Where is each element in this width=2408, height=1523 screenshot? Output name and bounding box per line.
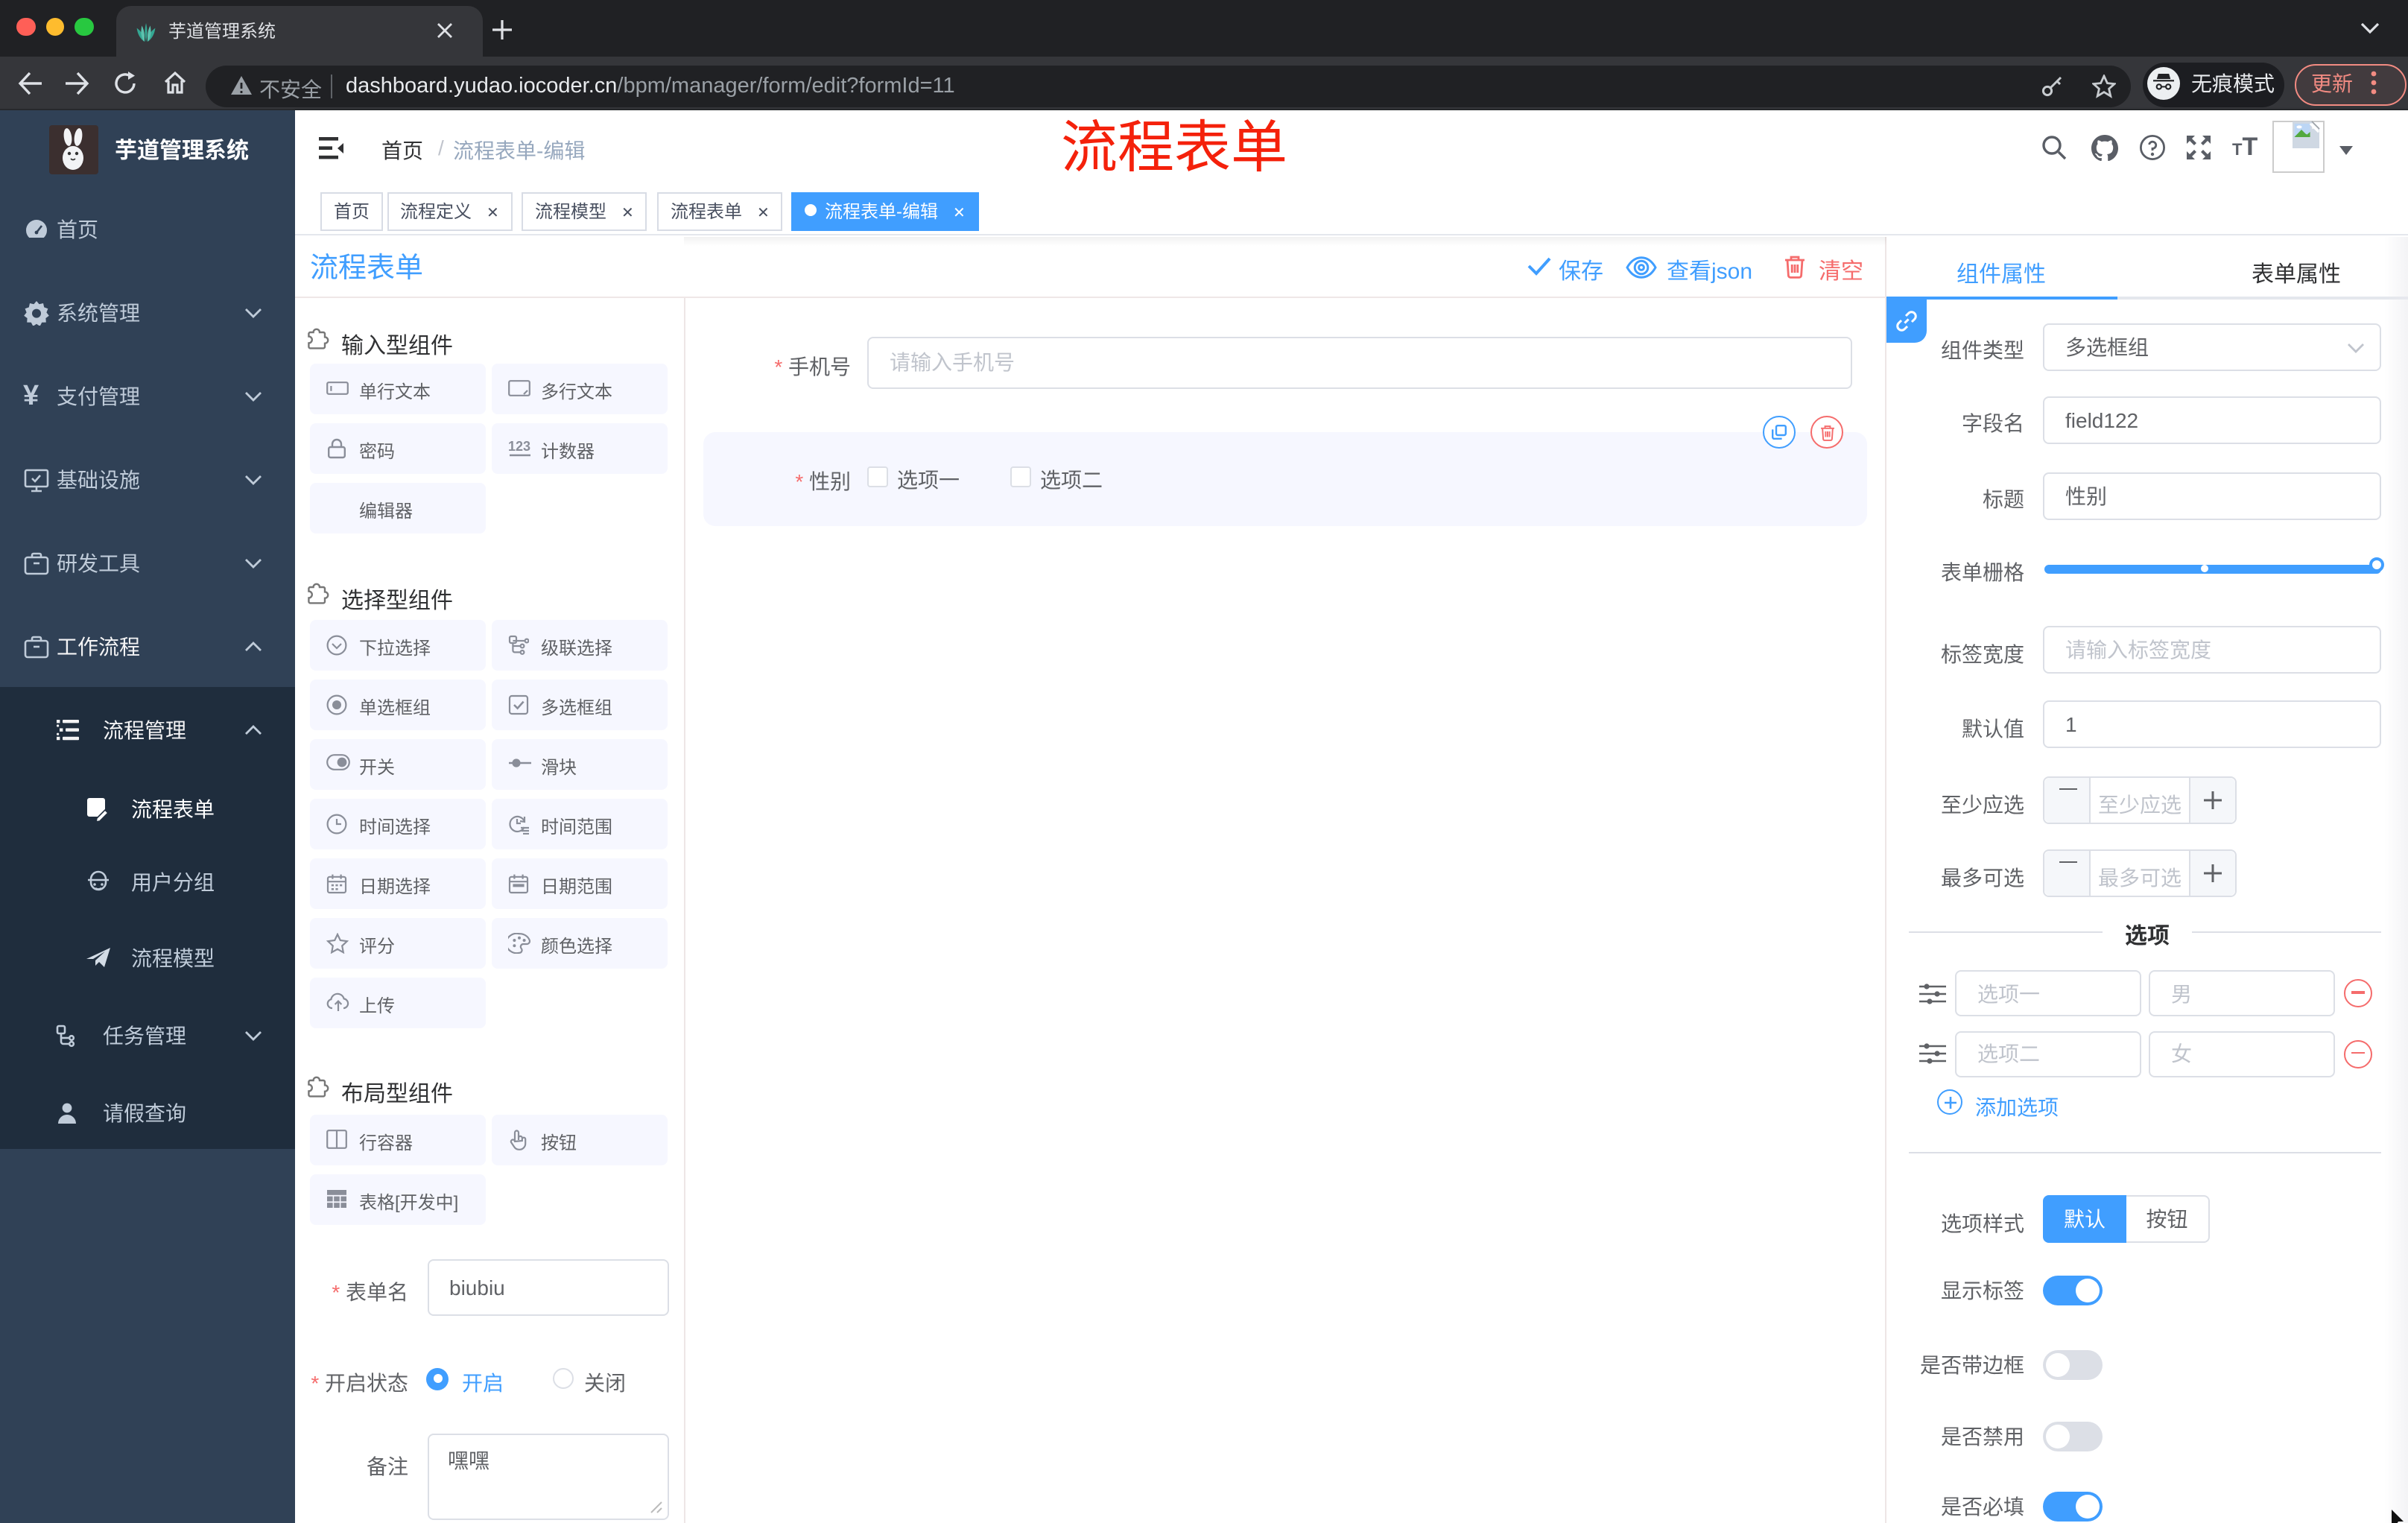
svg-text:123: 123 — [508, 439, 530, 454]
